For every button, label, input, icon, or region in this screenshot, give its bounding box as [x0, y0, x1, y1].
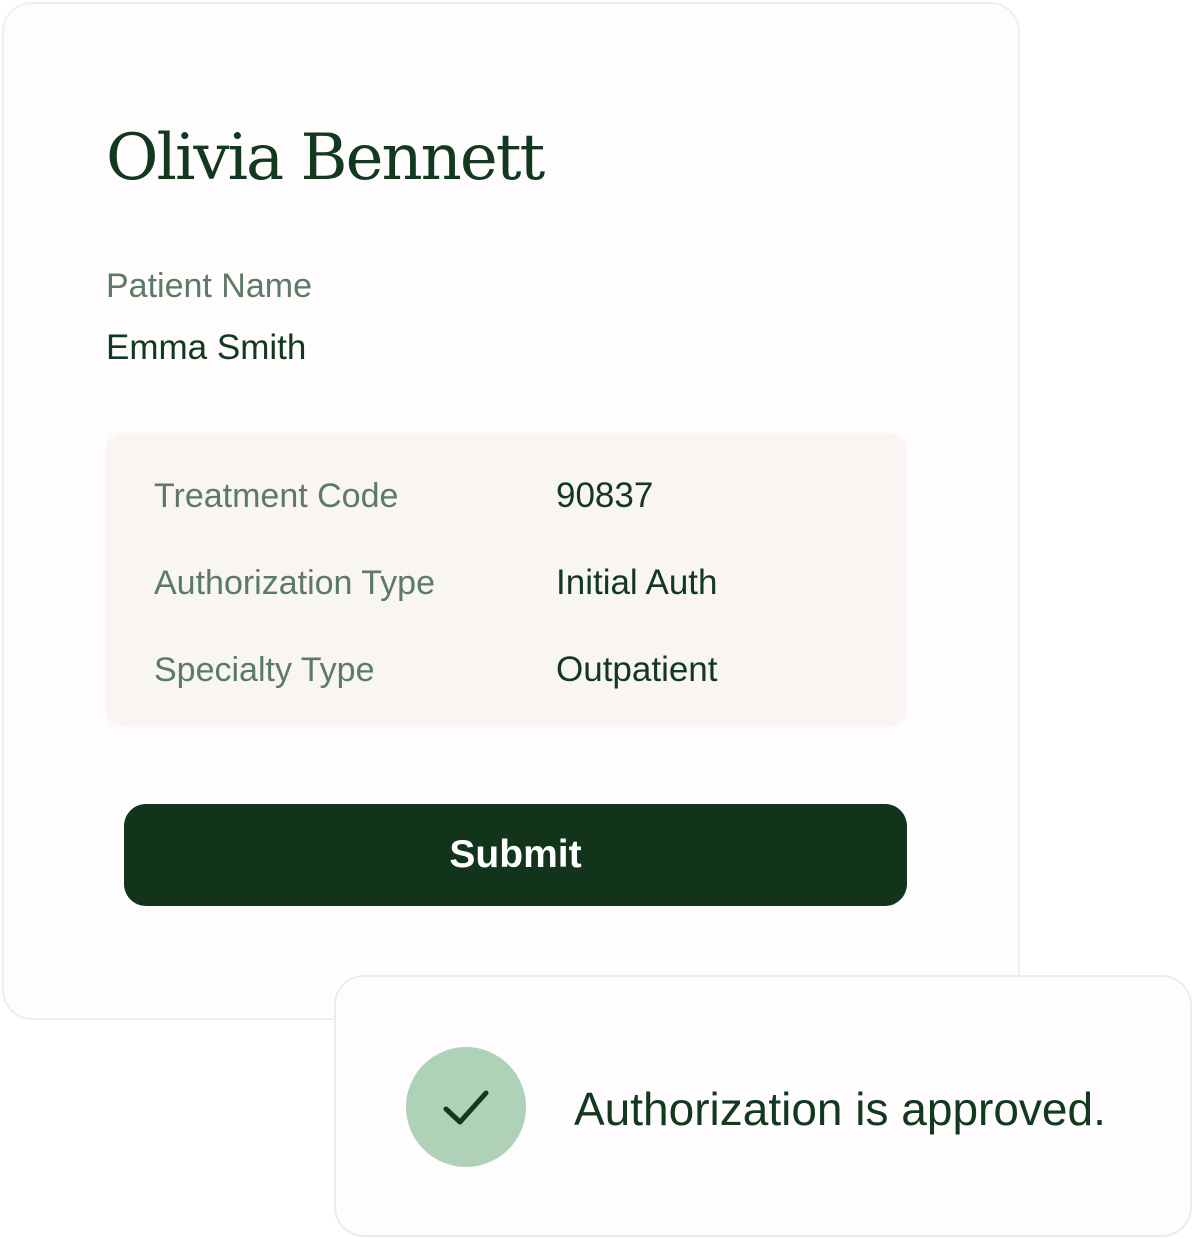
authorization-details-panel: Treatment Code 90837 Authorization Type … [106, 434, 906, 726]
treatment-code-value: 90837 [556, 476, 654, 515]
submit-button[interactable]: Submit [124, 804, 907, 906]
specialty-type-label: Specialty Type [154, 651, 375, 689]
success-badge [406, 1047, 526, 1167]
provider-name-heading: Olivia Bennett [106, 121, 545, 195]
treatment-code-label: Treatment Code [154, 477, 399, 515]
detail-row-authorization-type: Authorization Type Initial Auth [106, 561, 906, 605]
detail-row-treatment-code: Treatment Code 90837 [106, 474, 906, 518]
patient-name-label: Patient Name [106, 267, 312, 305]
authorization-type-value: Initial Auth [556, 563, 718, 602]
check-icon [443, 1090, 489, 1125]
authorization-type-label: Authorization Type [154, 564, 435, 602]
patient-name-value: Emma Smith [106, 328, 307, 367]
approval-message: Authorization is approved. [574, 1083, 1106, 1135]
approval-toast: Authorization is approved. [334, 975, 1192, 1237]
detail-row-specialty-type: Specialty Type Outpatient [106, 648, 906, 692]
specialty-type-value: Outpatient [556, 650, 718, 689]
authorization-card: Olivia Bennett Patient Name Emma Smith T… [2, 2, 1020, 1020]
